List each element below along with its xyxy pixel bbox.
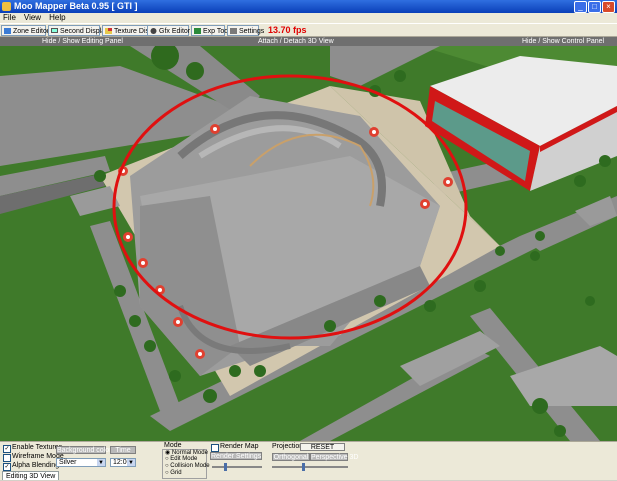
render-map-label: Render Map [220,443,259,450]
attach-detach-3d-view[interactable]: Attach / Detach 3D View [258,37,334,46]
wireframe-mode-checkbox[interactable] [3,454,11,462]
slider-thumb[interactable] [302,463,305,471]
tools-icon [194,28,201,34]
enable-textures-checkbox[interactable]: ✓ [3,445,11,453]
gfx-editor-icon [150,28,157,34]
slider-thumb[interactable] [224,463,227,471]
background-color-label: Background color [56,446,112,454]
menu-help[interactable]: Help [49,13,65,23]
menu-view[interactable]: View [24,13,41,23]
exp-tools-button[interactable]: Exp Tools [191,25,233,36]
settings-button[interactable]: Settings [227,25,264,36]
render-slider[interactable] [212,463,262,471]
app-icon [2,2,11,11]
mode-collision-radio[interactable]: ○ Collision Mode [165,463,210,469]
toggle-control-panel[interactable]: Hide / Show Control Panel [522,37,604,46]
toolbar: Zone Editor Second Display Texture Displ… [0,23,617,37]
alpha-blending-label: Alpha Blending [12,462,60,469]
chevron-down-icon: ▼ [127,459,135,466]
toggle-editing-panel[interactable]: Hide / Show Editing Panel [42,37,123,46]
mode-grid-radio[interactable]: ○ Grid [165,470,182,476]
mode-normal-radio[interactable]: ◉ Normal Mode [165,449,208,456]
projection-label: Projection [272,443,304,450]
time-select[interactable]: 12:00 ▼ [110,458,136,467]
menu-file[interactable]: File [3,13,16,23]
texture-icon [105,28,112,34]
menu-bar: File View Help [0,13,617,23]
enable-textures-label: Enable Textures [12,444,63,451]
control-panel: ✓ Enable Textures Wireframe Mode ✓ Alpha… [0,441,617,480]
maximize-button[interactable]: □ [588,1,601,13]
background-color-select[interactable]: Silver ▼ [56,458,106,467]
alpha-blending-checkbox[interactable]: ✓ [3,463,11,471]
orthogonal-button[interactable]: Orthogonal [272,453,310,461]
fps-counter: 13.70 fps [268,25,307,35]
mode-edit-radio[interactable]: ○ Edit Mode [165,456,197,462]
time-label: Time [110,446,136,454]
chevron-down-icon: ▼ [97,459,105,466]
reset-button[interactable]: RESET [300,443,345,451]
3d-scene [0,46,617,441]
3d-viewport[interactable] [0,46,617,441]
render-map-checkbox[interactable] [211,444,219,452]
close-button[interactable]: × [602,1,615,13]
render-settings-button[interactable]: Render Settings [210,452,262,460]
second-display-button[interactable]: Second Display [48,25,109,36]
perspective-3d-button[interactable]: Perspective 3D [310,453,358,461]
projection-slider[interactable] [272,463,348,471]
display-icon [51,28,58,33]
title-bar: Moo Mapper Beta 0.95 [ GTI ] _ □ × [0,0,617,13]
zone-editor-icon [4,28,11,34]
gfx-editor-button[interactable]: Gfx Editor [147,25,190,36]
window-title: Moo Mapper Beta 0.95 [ GTI ] [14,1,138,11]
panel-toggle-bar: Hide / Show Editing Panel Attach / Detac… [0,37,617,46]
mode-label: Mode [164,442,182,449]
settings-icon [230,28,237,34]
minimize-button[interactable]: _ [574,1,587,13]
tab-editing-3d-view[interactable]: Editing 3D View [2,471,60,480]
zone-editor-button[interactable]: Zone Editor [1,25,49,36]
